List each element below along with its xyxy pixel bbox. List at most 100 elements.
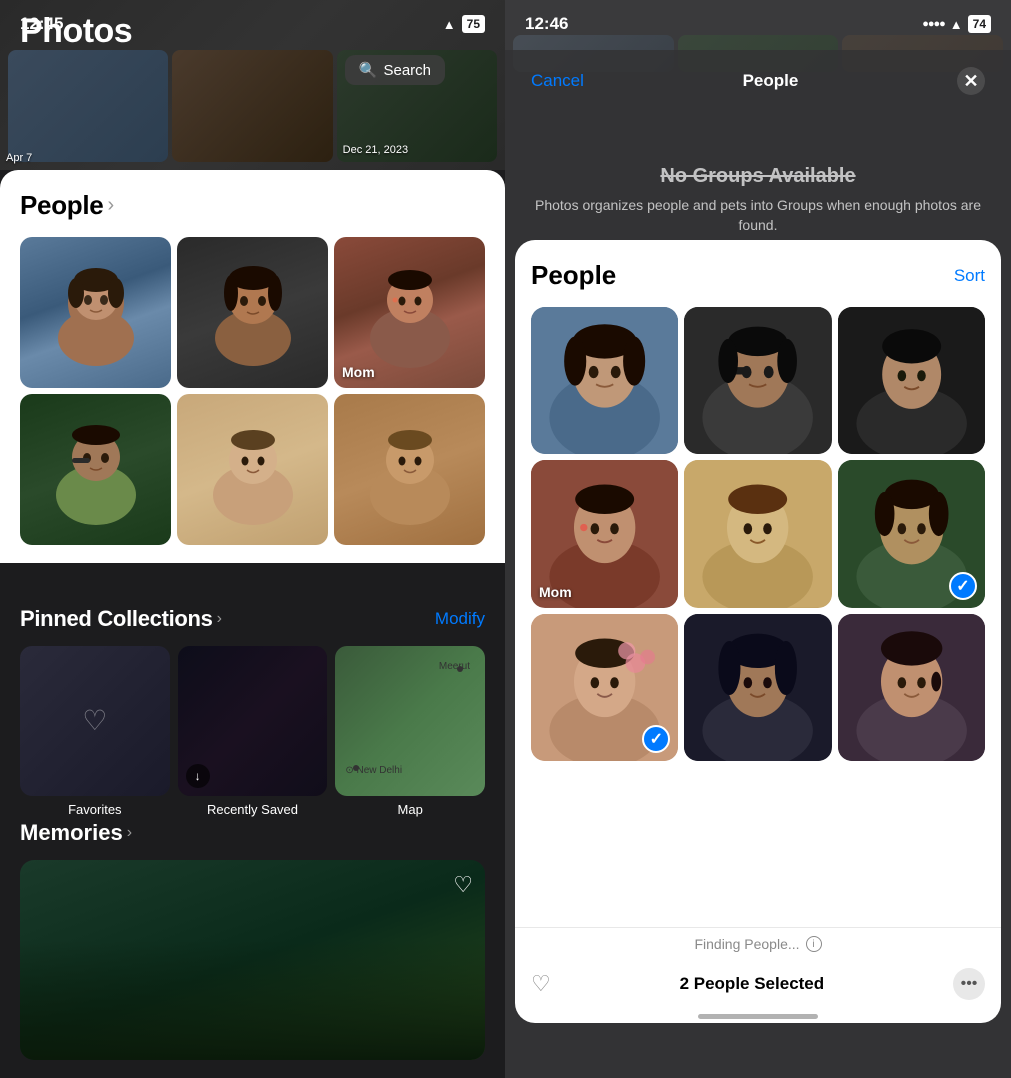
modal-mom-label: Mom [539,584,572,600]
memory-overlay [20,940,485,1060]
finding-people-bar: Finding People... i [531,936,985,952]
modal-person-5[interactable] [684,460,831,607]
face-visual-6 [334,394,485,545]
home-indicator [698,1014,818,1019]
people-modal: People Sort [515,240,1001,1023]
person-thumb-6[interactable] [334,394,485,545]
people-card: People › [0,170,505,563]
checkmark-badge-6: ✓ [949,572,977,600]
memories-title: Memories [20,820,123,846]
cancel-button[interactable]: Cancel [531,71,584,91]
pinned-collections-section: Pinned Collections › Modify ♡ Favorites … [0,590,505,833]
modal-person-7[interactable]: ✓ [531,614,678,761]
people-card-header[interactable]: People › [20,190,485,221]
pinned-title: Pinned Collections [20,606,213,632]
people-grid-left: Mom [20,237,485,545]
recently-saved-label: Recently Saved [207,802,298,817]
modal-person-2[interactable] [684,307,831,454]
top-modal-bar: Cancel People ✕ [515,55,1001,107]
map-dot-delhi [353,765,359,771]
person-thumb-2[interactable] [177,237,328,388]
modal-person-8[interactable] [684,614,831,761]
pinned-item-recently-saved[interactable]: ↓ Recently Saved [178,646,328,817]
pinned-item-favorites[interactable]: ♡ Favorites [20,646,170,817]
signal-icon-right: ●●●● [922,18,945,30]
battery-right: 74 [968,15,991,33]
modal-people-header: People Sort [531,260,985,291]
sort-button[interactable]: Sort [954,266,985,286]
selected-count: 2 People Selected [680,974,825,994]
map-label: Map [398,802,423,817]
heart-icon: ♡ [82,704,107,737]
search-bar[interactable]: 🔍 Search [345,55,445,85]
modal-people-title: People [531,260,616,291]
face-visual-modal-5 [684,460,831,607]
person-mom-label-left: Mom [342,364,375,380]
person-thumb-4[interactable] [20,394,171,545]
map-thumb: Meerut ⊙ New Delhi [335,646,485,796]
map-label-meerut: Meerut [439,661,470,672]
recently-saved-thumb: ↓ [178,646,328,796]
pinned-grid: ♡ Favorites ↓ Recently Saved Meerut ⊙ Ne… [20,646,485,817]
close-button[interactable]: ✕ [957,67,985,95]
pinned-title-group[interactable]: Pinned Collections › [20,606,222,632]
people-card-title: People [20,190,103,221]
ellipsis-icon: ••• [961,975,978,993]
bg-photo-2: Apr 7 [172,50,332,162]
status-bar-right: 12:46 ●●●● ▲ 74 [505,0,1011,42]
pinned-item-map[interactable]: Meerut ⊙ New Delhi Map [335,646,485,817]
face-visual-1 [20,237,171,388]
modal-person-1[interactable] [531,307,678,454]
status-icons-left: ▲ 75 [443,15,485,33]
people-card-chevron: › [107,194,114,217]
right-panel: 12:46 ●●●● ▲ 74 No Groups Available Phot… [505,0,1011,1078]
face-visual-5 [177,394,328,545]
download-icon: ↓ [186,764,210,788]
favorites-label: Favorites [68,802,121,817]
modal-person-6[interactable]: ✓ [838,460,985,607]
modal-people-grid: Mom [531,307,985,761]
ellipsis-button[interactable]: ••• [953,968,985,1000]
memories-header[interactable]: Memories › [20,820,485,846]
battery-left: 75 [462,15,485,33]
finding-people-section: Finding People... i ♡ 2 People Selected … [515,927,1001,1023]
wifi-icon-right: ▲ [950,17,963,32]
time-left: 12:45 [20,14,63,34]
modal-person-9[interactable] [838,614,985,761]
person-thumb-5[interactable] [177,394,328,545]
modal-title: People [743,71,799,91]
bg-photo-date-2: Apr 7 [6,152,32,164]
favorites-thumb: ♡ [20,646,170,796]
face-visual-modal-3 [838,307,985,454]
modal-person-4[interactable]: Mom [531,460,678,607]
modal-inner: People Sort [515,240,1001,927]
modify-button[interactable]: Modify [435,609,485,629]
memory-heart-icon[interactable]: ♡ [453,872,473,898]
face-visual-modal-1 [531,307,678,454]
modal-person-3[interactable] [838,307,985,454]
selected-bar: ♡ 2 People Selected ••• [531,962,985,1006]
pinned-chevron: › [217,610,222,628]
finding-people-text: Finding People... [694,936,799,952]
status-icons-right: ●●●● ▲ 74 [922,15,991,33]
wifi-icon-left: ▲ [443,17,456,32]
close-x-icon: ✕ [963,71,978,92]
face-visual-4 [20,394,171,545]
face-visual-modal-2 [684,307,831,454]
time-right: 12:46 [525,14,568,34]
no-groups-section: No Groups Available Photos organizes peo… [515,145,1001,255]
no-groups-subtitle: Photos organizes people and pets into Gr… [535,196,981,235]
memories-chevron: › [127,824,132,842]
status-bar-left: 12:45 ▲ 75 [0,0,505,42]
search-icon: 🔍 [359,61,378,79]
face-visual-modal-8 [684,614,831,761]
person-thumb-1[interactable] [20,237,171,388]
memories-section: Memories › ♡ [0,820,505,1060]
memory-thumbnail[interactable]: ♡ [20,860,485,1060]
search-label: Search [383,62,431,79]
info-icon[interactable]: i [806,936,822,952]
heart-outline-icon[interactable]: ♡ [531,971,551,997]
person-thumb-3[interactable]: Mom [334,237,485,388]
left-panel: Apr 7 Dec 21, 2023 12:45 ▲ 75 Photos 🔍 S… [0,0,505,1078]
face-visual-modal-9 [838,614,985,761]
